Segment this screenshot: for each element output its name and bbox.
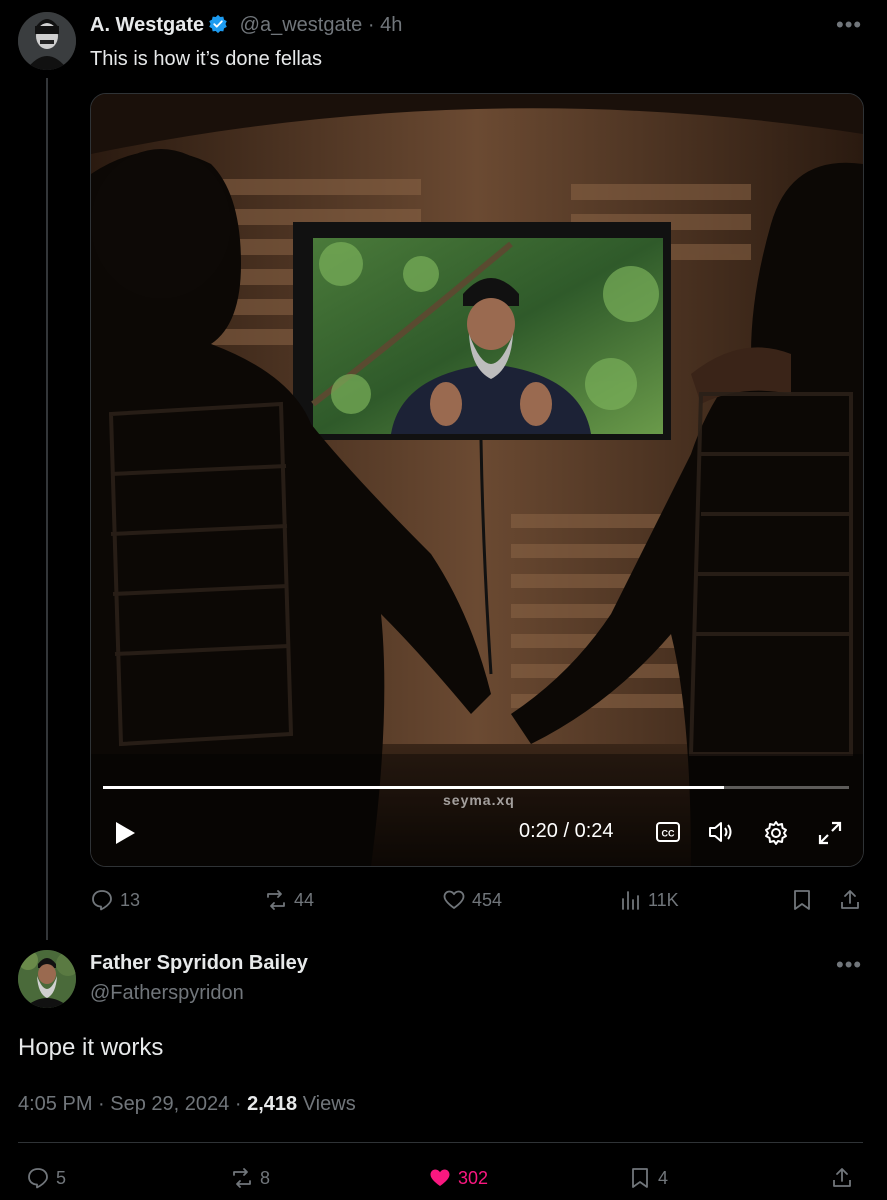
reply-icon: [92, 890, 112, 911]
reply-bookmark-count: 4: [658, 1167, 669, 1188]
like-button[interactable]: 454: [442, 888, 502, 912]
post-header: A. Westgate @a_westgate · 4h: [90, 14, 402, 37]
views-chart-icon: [622, 891, 639, 910]
views-button[interactable]: 11K: [618, 888, 679, 912]
reply-more-options-icon[interactable]: •••: [836, 952, 862, 978]
reply-views-label: Views: [302, 1093, 356, 1115]
reply-icon: [28, 1168, 48, 1189]
author-name[interactable]: A. Westgate: [90, 14, 204, 36]
separator-dot: ·: [98, 1093, 105, 1115]
repost-icon: [267, 890, 285, 910]
svg-text:CC: CC: [662, 829, 675, 839]
like-count: 454: [472, 889, 503, 910]
heart-icon: [443, 890, 465, 909]
reply-like-button[interactable]: 302: [428, 1166, 488, 1190]
more-options-icon[interactable]: •••: [836, 12, 862, 38]
heart-filled-icon: [430, 1169, 450, 1186]
repost-button[interactable]: 44: [264, 888, 314, 912]
reply-repost-count: 8: [260, 1167, 271, 1188]
reply-time[interactable]: 4:05 PM: [18, 1093, 92, 1115]
author-handle[interactable]: @a_westgate: [240, 14, 363, 36]
author-avatar[interactable]: [18, 12, 76, 70]
repost-count: 44: [294, 889, 315, 910]
video-player[interactable]: seyma.xq 0:20 / 0:24 CC: [90, 93, 864, 867]
reply-like-count: 302: [458, 1167, 489, 1188]
verified-badge-icon: [208, 14, 228, 34]
bookmark-icon: [632, 1168, 648, 1188]
fullscreen-expand-icon[interactable]: [817, 820, 843, 851]
reply-author-name[interactable]: Father Spyridon Bailey: [90, 952, 308, 975]
share-icon: [841, 890, 859, 909]
settings-gear-icon[interactable]: [763, 820, 789, 851]
reply-button[interactable]: 13: [90, 888, 140, 912]
repost-icon: [233, 1168, 251, 1188]
divider: [18, 1142, 863, 1143]
post-text: This is how it’s done fellas: [90, 48, 322, 70]
volume-icon[interactable]: [707, 819, 737, 850]
reply-reply-button[interactable]: 5: [26, 1166, 66, 1190]
video-frame: [91, 94, 863, 866]
reply-repost-button[interactable]: 8: [230, 1166, 270, 1190]
bookmark-icon: [794, 890, 810, 910]
video-progress-track[interactable]: [103, 786, 849, 789]
reply-author-avatar[interactable]: [18, 950, 76, 1008]
reply-views-count: 2,418: [247, 1093, 298, 1115]
reply-metadata: 4:05 PM · Sep 29, 2024 · 2,418 Views: [18, 1093, 356, 1116]
play-icon[interactable]: [113, 820, 137, 851]
share-button[interactable]: [838, 888, 862, 912]
post-time[interactable]: 4h: [380, 14, 402, 36]
reply-text: Hope it works: [18, 1034, 164, 1061]
bookmark-button[interactable]: [790, 888, 814, 912]
views-count: 11K: [648, 889, 679, 910]
captions-icon[interactable]: CC: [655, 820, 681, 849]
separator-dot: ·: [367, 14, 375, 36]
reply-date[interactable]: Sep 29, 2024: [110, 1093, 229, 1115]
reply-share-button[interactable]: [830, 1166, 854, 1190]
video-time: 0:20 / 0:24: [519, 820, 614, 842]
video-watermark: seyma.xq: [443, 792, 515, 808]
reply-reply-count: 5: [56, 1167, 67, 1188]
share-icon: [833, 1168, 851, 1187]
video-progress-fill: [103, 786, 725, 789]
reply-bookmark-button[interactable]: 4: [628, 1166, 668, 1190]
thread-line: [46, 78, 48, 940]
reply-count: 13: [120, 889, 141, 910]
reply-author-handle[interactable]: @Fatherspyridon: [90, 982, 244, 1005]
separator-dot: ·: [234, 1093, 242, 1115]
